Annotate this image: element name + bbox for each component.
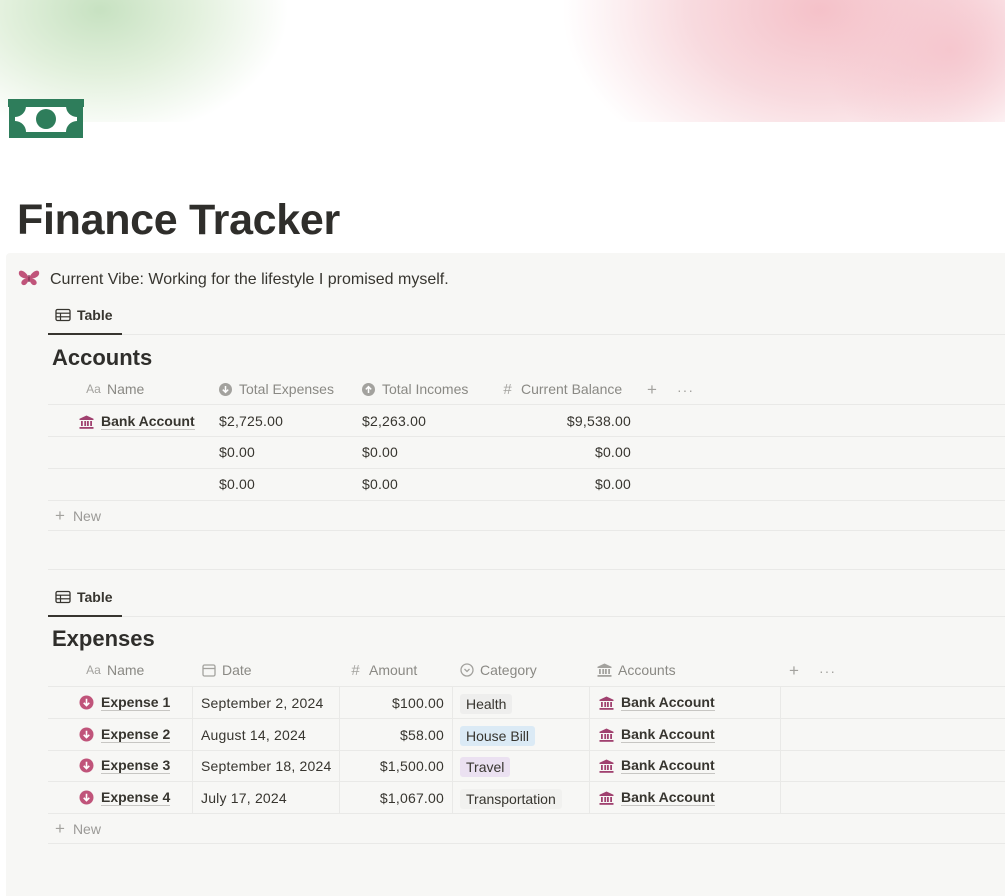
account-current-balance[interactable]: $0.00 [506,444,631,460]
expense-account-link[interactable]: Bank Account [599,789,715,806]
number-hash-icon: # [503,380,512,398]
col-header-date[interactable]: Date [201,662,252,678]
col-header-amount[interactable]: # Amount [348,661,417,679]
expense-account-link[interactable]: Bank Account [599,757,715,774]
row-divider [48,530,1005,531]
account-total-expenses[interactable]: $0.00 [219,444,255,460]
bank-icon [599,759,614,773]
view-tab-label: Table [77,307,113,323]
expense-date[interactable]: July 17, 2024 [201,790,287,806]
plus-icon: + [55,819,65,838]
bank-icon [599,791,614,805]
money-bill-icon[interactable] [8,99,84,139]
expenses-new-row-button[interactable]: + New [55,819,101,839]
account-current-balance[interactable]: $9,538.00 [506,413,631,429]
accounts-title[interactable]: Accounts [52,345,152,371]
database-separator [48,569,1005,570]
view-tab-label: Table [77,589,113,605]
arrow-down-circle-icon [79,790,94,805]
expenses-view-divider [48,615,1005,617]
row-divider [48,843,1005,844]
row-divider [48,436,1005,437]
arrow-down-circle-icon [79,695,94,710]
butterfly-icon[interactable] [18,269,40,287]
callout-block: Current Vibe: Working for the lifestyle … [6,253,1005,896]
expense-row-name[interactable]: Expense 2 [79,726,171,743]
expense-amount[interactable]: $58.00 [346,727,444,743]
row-divider [48,468,1005,469]
expense-amount[interactable]: $1,500.00 [346,758,444,774]
rollup-arrow-down-icon [218,382,233,397]
calendar-icon [201,663,216,678]
expense-amount[interactable]: $100.00 [346,695,444,711]
expense-row-name[interactable]: Expense 1 [79,694,171,711]
col-header-accounts[interactable]: Accounts [597,662,676,678]
add-property-icon[interactable]: + [789,662,799,679]
col-header-current-balance[interactable]: # Current Balance [500,380,622,398]
cover-pink-blob-2 [820,0,1005,122]
active-tab-indicator [48,333,122,335]
expenses-title[interactable]: Expenses [52,626,155,652]
row-divider [48,718,1005,719]
expense-date[interactable]: August 14, 2024 [201,727,306,743]
table-icon [55,308,71,322]
col-header-total-incomes[interactable]: Total Incomes [361,381,468,397]
rollup-arrow-up-icon [361,382,376,397]
expense-row-name[interactable]: Expense 3 [79,757,171,774]
text-type-icon: Aa [86,663,101,677]
more-options-icon[interactable]: ··· [819,664,836,678]
arrow-down-circle-icon [79,758,94,773]
row-divider [48,781,1005,782]
category-tag[interactable]: Travel [460,757,511,777]
page-cover[interactable] [0,0,1005,122]
number-hash-icon: # [351,661,360,679]
account-total-expenses[interactable]: $0.00 [219,476,255,492]
col-header-total-expenses[interactable]: Total Expenses [218,381,334,397]
expense-account-link[interactable]: Bank Account [599,694,715,711]
account-total-incomes[interactable]: $0.00 [362,444,398,460]
accounts-view-divider [48,333,1005,335]
bank-icon [599,696,614,710]
relation-bank-icon [597,663,612,678]
page-title[interactable]: Finance Tracker [17,196,340,245]
col-header-category[interactable]: Category [459,662,537,678]
expense-date[interactable]: September 2, 2024 [201,695,323,711]
row-divider [48,813,1005,814]
col-header-name[interactable]: Aa Name [86,381,144,397]
text-type-icon: Aa [86,382,101,396]
expense-date[interactable]: September 18, 2024 [201,758,331,774]
category-tag[interactable]: House Bill [460,726,536,746]
select-chevron-icon [459,663,474,678]
category-tag[interactable]: Health [460,694,513,714]
accounts-new-row-button[interactable]: + New [55,506,101,526]
more-options-icon[interactable]: ··· [677,383,694,397]
arrow-down-circle-icon [79,727,94,742]
plus-icon: + [55,506,65,525]
category-tag[interactable]: Transportation [460,789,562,809]
bank-icon [79,415,94,429]
callout-text[interactable]: Current Vibe: Working for the lifestyle … [50,271,449,289]
account-total-expenses[interactable]: $2,725.00 [219,413,283,429]
table-icon [55,590,71,604]
active-tab-indicator [48,615,122,617]
row-divider [48,750,1005,751]
expense-account-link[interactable]: Bank Account [599,726,715,743]
accounts-view-tab-table[interactable]: Table [55,307,113,323]
account-current-balance[interactable]: $0.00 [506,476,631,492]
expenses-view-tab-table[interactable]: Table [55,589,113,605]
account-total-incomes[interactable]: $0.00 [362,476,398,492]
bank-icon [599,728,614,742]
expense-amount[interactable]: $1,067.00 [346,790,444,806]
expense-row-name[interactable]: Expense 4 [79,789,171,806]
col-header-name[interactable]: Aa Name [86,662,144,678]
row-divider [48,404,1005,405]
row-divider [48,500,1005,501]
account-row-name[interactable]: Bank Account [79,413,195,430]
account-total-incomes[interactable]: $2,263.00 [362,413,426,429]
add-property-icon[interactable]: + [647,381,657,398]
